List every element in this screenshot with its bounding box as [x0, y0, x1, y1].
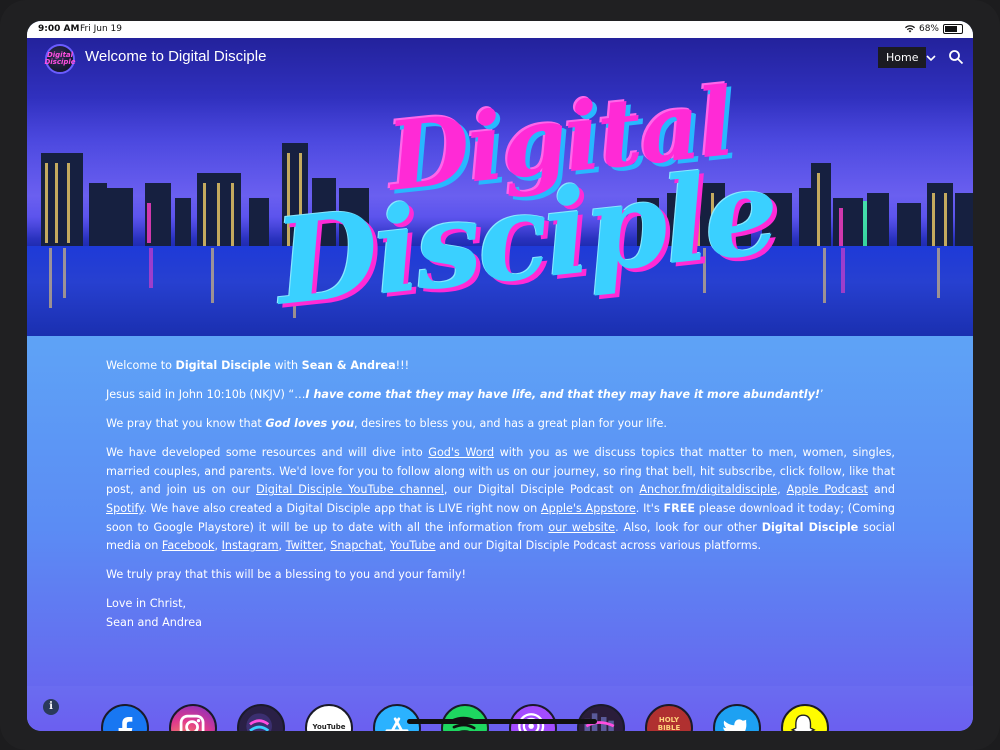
text-span: ’ — [819, 388, 824, 402]
text-span: We pray that you know that — [106, 417, 266, 431]
welcome-text: Welcome to Digital Disciple with Sean & … — [106, 357, 895, 643]
podcast-icon[interactable] — [509, 704, 557, 731]
bold-text: FREE — [663, 502, 695, 516]
paragraph-resources: We have developed some resources and wil… — [106, 444, 895, 556]
paragraph-signoff: Love in Christ, Sean and Andrea — [106, 595, 895, 632]
digital-disciple-alt-icon[interactable] — [577, 704, 625, 731]
facebook-icon[interactable] — [101, 704, 149, 731]
paragraph-scripture: Jesus said in John 10:10b (NKJV) “…I hav… — [106, 386, 895, 405]
text-span: . Also, look for our other — [615, 520, 762, 534]
bold-text: Sean & Andrea — [301, 359, 396, 372]
instagram-icon[interactable] — [169, 704, 217, 731]
link-spotify[interactable]: Spotify — [106, 502, 143, 515]
text-span: !!! — [395, 359, 410, 372]
god-loves-you-text: God loves you — [265, 417, 355, 431]
text-span: and — [867, 483, 895, 497]
text-span: , — [777, 483, 787, 497]
paragraph-prayer: We pray that you know that God loves you… — [106, 415, 895, 434]
text-span: Jesus said in John 10:10b (NKJV) “… — [106, 388, 306, 402]
text-span: . It's — [635, 502, 664, 516]
link-apple-podcast[interactable]: Apple Podcast — [787, 483, 868, 496]
signoff-names: Sean and Andrea — [106, 616, 203, 630]
nav-home-button[interactable]: Home — [878, 47, 927, 68]
screen: 9:00 AM Fri Jun 19 68% Digital Disciple … — [27, 21, 973, 731]
status-time: 9:00 AM — [38, 24, 80, 34]
status-bar: 9:00 AM Fri Jun 19 68% — [27, 21, 973, 38]
text-span: with — [270, 359, 302, 372]
link-facebook[interactable]: Facebook — [162, 539, 215, 552]
twitter-icon[interactable] — [713, 704, 761, 731]
text-span: . We have also created a Digital Discipl… — [143, 502, 542, 516]
text-span: and our Digital Disciple Podcast across … — [435, 539, 762, 553]
spotify-icon[interactable] — [441, 704, 489, 731]
main-content: Welcome to Digital Disciple with Sean & … — [27, 336, 973, 686]
battery-percent: 68% — [918, 24, 939, 34]
social-footer: i YouTube HOLY BIBLE — [27, 686, 973, 731]
status-date: Fri Jun 19 — [80, 24, 122, 34]
text-span: , — [214, 539, 222, 553]
youtube-label: YouTube — [312, 723, 346, 731]
site-title[interactable]: Welcome to Digital Disciple — [85, 48, 266, 65]
text-span: , our Digital Disciple Podcast on — [443, 483, 640, 497]
link-instagram[interactable]: Instagram — [222, 539, 279, 552]
link-youtube-channel[interactable]: Digital Disciple YouTube channel — [256, 483, 444, 496]
holy-bible-icon[interactable]: HOLY BIBLE — [645, 704, 693, 731]
paragraph-welcome: Welcome to Digital Disciple with Sean & … — [106, 357, 895, 376]
ipad-frame: 9:00 AM Fri Jun 19 68% Digital Disciple … — [0, 0, 1000, 750]
twitter-glyph — [723, 719, 747, 731]
signoff-line: Love in Christ, — [106, 597, 187, 611]
text-span: , desires to bless you, and has a great … — [354, 417, 667, 431]
bold-text: Digital Disciple — [175, 359, 271, 372]
instagram-glyph — [179, 714, 205, 731]
digital-disciple-icon[interactable] — [237, 704, 285, 731]
status-right: 68% — [904, 24, 963, 34]
link-youtube[interactable]: YouTube — [390, 539, 436, 552]
snapchat-glyph — [790, 714, 816, 731]
hero-banner: Digital Disciple — [27, 38, 973, 336]
link-snapchat[interactable]: Snapchat — [330, 539, 383, 552]
text-span: , — [278, 539, 286, 553]
link-gods-word[interactable]: God's Word — [428, 446, 494, 459]
top-navigation: Digital Disciple Welcome to Digital Disc… — [27, 38, 973, 82]
text-span: We have developed some resources and wil… — [106, 446, 429, 460]
hero-logo: Digital Disciple — [269, 67, 781, 336]
info-icon[interactable]: i — [43, 699, 59, 715]
wifi-icon — [904, 25, 915, 33]
text-span: , — [382, 539, 391, 553]
search-icon[interactable] — [948, 49, 964, 65]
scripture-quote: I have come that they may have life, and… — [305, 388, 820, 402]
text-span: Welcome to — [106, 359, 176, 372]
bold-text: Digital Disciple — [761, 520, 859, 534]
app-store-icon[interactable] — [373, 704, 421, 731]
link-twitter[interactable]: Twitter — [286, 539, 324, 552]
link-appstore[interactable]: Apple's Appstore — [541, 502, 636, 515]
holy-bible-label: HOLY BIBLE — [657, 716, 681, 731]
hero-logo-line2: Disciple — [268, 141, 782, 332]
link-our-website[interactable]: our website — [548, 521, 615, 534]
home-indicator[interactable] — [407, 719, 597, 724]
paragraph-blessing: We truly pray that this will be a blessi… — [106, 568, 467, 582]
snapchat-icon[interactable] — [781, 704, 829, 731]
link-anchor[interactable]: Anchor.fm/digitaldisciple — [639, 483, 777, 496]
facebook-glyph — [118, 717, 133, 731]
youtube-icon[interactable]: YouTube — [305, 704, 353, 731]
digital-disciple-glyph — [246, 713, 272, 731]
site-logo[interactable]: Digital Disciple — [44, 44, 76, 74]
battery-icon — [943, 24, 963, 34]
chevron-down-icon[interactable] — [924, 51, 938, 65]
